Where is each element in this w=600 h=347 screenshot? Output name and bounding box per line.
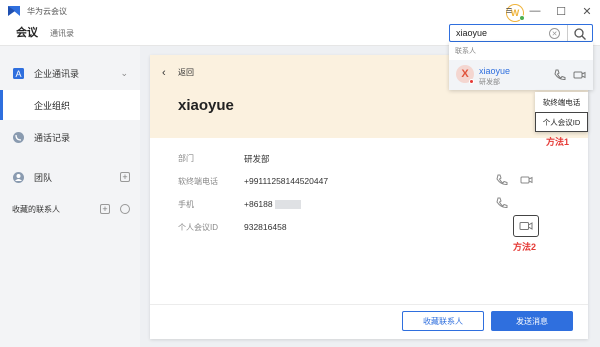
manage-favorites-icon[interactable] <box>120 204 130 214</box>
chevron-down-icon[interactable]: ⌄ <box>120 68 128 79</box>
sidebar-item-label: 企业通讯录 <box>34 68 80 79</box>
menu-item-meeting-id[interactable]: 个人会议ID <box>535 112 588 132</box>
info-label: 个人会议ID <box>178 223 218 232</box>
sidebar-item-favorites[interactable]: 收藏的联系人 + <box>0 194 140 224</box>
back-arrow-icon[interactable]: ‹ <box>162 67 166 79</box>
favorite-contact-button[interactable]: 收藏联系人 <box>402 311 484 331</box>
call-history-icon <box>13 131 24 143</box>
sidebar-item-label: 收藏的联系人 <box>12 204 60 214</box>
footer-divider <box>150 304 588 305</box>
menu-icon[interactable]: ≡ <box>502 4 516 18</box>
info-label: 软终端电话 <box>178 177 218 186</box>
app-title: 华为云会议 <box>27 7 67 16</box>
info-value: 研发部 <box>244 154 270 164</box>
contacts-book-icon: A <box>13 67 24 79</box>
nav-tabs: 会议 通讯录 <box>16 24 74 40</box>
close-icon[interactable]: ✕ <box>580 4 594 18</box>
phone-icon[interactable] <box>495 197 508 209</box>
video-call-icon[interactable] <box>520 174 533 186</box>
add-favorite-icon[interactable]: + <box>100 204 110 214</box>
call-options-menu: 软终端电话 个人会议ID <box>535 92 588 132</box>
annotation-method1: 方法1 <box>546 137 570 147</box>
send-message-button[interactable]: 发送消息 <box>491 311 573 331</box>
tab-meeting[interactable]: 会议 <box>16 24 38 40</box>
info-value: +99111258144520447 <box>244 176 329 186</box>
sidebar-item-label: 企业组织 <box>34 100 71 111</box>
contact-card: ‹ 返回 xiaoyue 部门 研发部 软终端电话 +9911125814452… <box>150 55 588 339</box>
result-name: xiaoyue <box>479 66 511 76</box>
info-label: 手机 <box>178 200 194 209</box>
annotation-method2: 方法2 <box>513 242 537 252</box>
mobile-number: +86188 <box>244 199 273 209</box>
svg-text:A: A <box>15 69 21 79</box>
minimize-icon[interactable]: — <box>528 4 542 18</box>
sidebar: A 企业通讯录 ⌄ 企业组织 通话记录 团队 + 收藏的联系人 + <box>0 46 140 347</box>
sidebar-item-team[interactable]: 团队 + <box>0 162 140 192</box>
maximize-icon[interactable]: ☐ <box>554 4 568 18</box>
video-call-icon[interactable] <box>573 69 586 81</box>
window-controls: ≡ — ☐ ✕ <box>502 4 594 18</box>
menu-item-softphone[interactable]: 软终端电话 <box>535 92 588 112</box>
app-logo-icon <box>8 6 20 16</box>
contact-name: xiaoyue <box>178 97 234 114</box>
search-dropdown: 联系人 X xiaoyue 研发部 <box>449 42 593 90</box>
info-row-softphone: 软终端电话 +99111258144520447 <box>150 174 588 194</box>
redacted-block <box>274 200 301 210</box>
search-input[interactable]: xiaoyue <box>456 28 487 38</box>
add-team-icon[interactable]: + <box>120 172 130 182</box>
phone-icon[interactable] <box>553 69 566 81</box>
sidebar-item-enterprise-contacts[interactable]: A 企业通讯录 ⌄ <box>0 58 140 88</box>
sidebar-item-label: 通话记录 <box>34 132 71 143</box>
search-icon[interactable] <box>573 27 587 41</box>
team-icon <box>13 171 24 183</box>
sidebar-item-call-history[interactable]: 通话记录 <box>0 122 140 152</box>
info-value: 932816458 <box>244 222 287 232</box>
sidebar-item-label: 团队 <box>34 172 53 183</box>
info-value: +86188 <box>244 199 301 210</box>
info-label: 部门 <box>178 154 194 163</box>
search-divider <box>567 25 568 41</box>
busy-status-dot <box>469 79 474 84</box>
sidebar-item-org[interactable]: 企业组织 <box>0 90 140 120</box>
clear-search-icon[interactable]: ✕ <box>549 28 560 39</box>
info-row-department: 部门 研发部 <box>150 153 588 171</box>
video-call-icon[interactable] <box>519 220 533 232</box>
dropdown-section-label: 联系人 <box>455 48 476 55</box>
result-department: 研发部 <box>479 79 500 86</box>
active-indicator <box>0 90 3 120</box>
phone-icon[interactable] <box>495 174 508 186</box>
search-result-item[interactable]: X xiaoyue 研发部 <box>449 60 593 90</box>
back-button[interactable]: 返回 <box>178 67 194 78</box>
search-box[interactable]: xiaoyue ✕ <box>449 24 593 42</box>
tab-contacts[interactable]: 通讯录 <box>50 28 74 39</box>
